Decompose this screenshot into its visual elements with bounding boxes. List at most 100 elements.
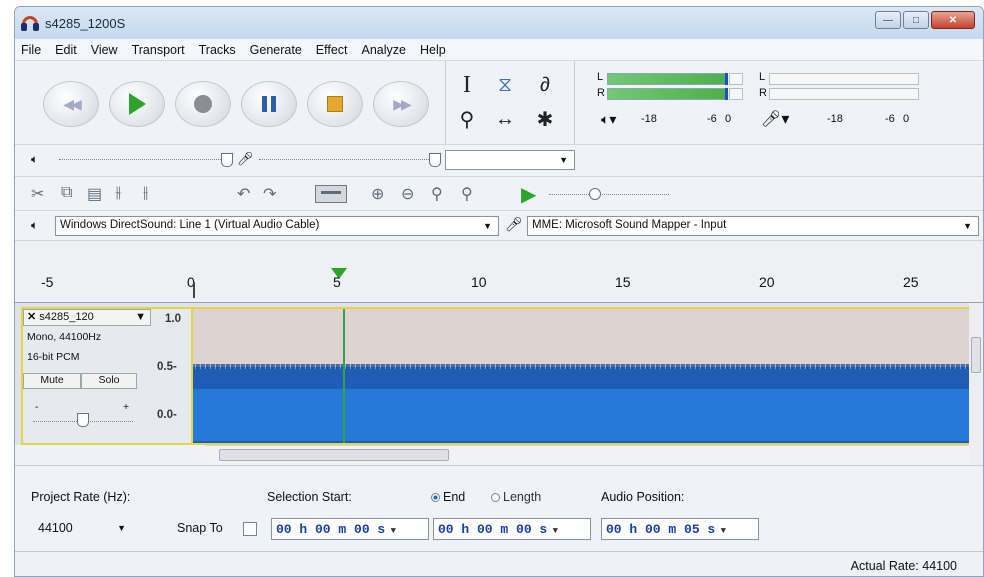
vertical-scroll-thumb[interactable] <box>971 337 981 373</box>
menu-effect[interactable]: Effect <box>316 43 348 57</box>
recording-device-value: MME: Microsoft Sound Mapper - Input <box>532 219 727 231</box>
stop-icon <box>327 96 343 112</box>
ruler-label: 20 <box>759 274 775 290</box>
redo-icon[interactable]: ↷ <box>263 184 276 204</box>
close-track-icon[interactable]: ✕ <box>27 311 36 323</box>
menu-help[interactable]: Help <box>420 43 446 57</box>
ruler-label: 25 <box>903 274 919 290</box>
pause-icon <box>262 96 276 112</box>
gain-minus-label: - <box>35 401 39 413</box>
paste-icon[interactable]: ▤ <box>87 184 102 204</box>
output-volume-thumb[interactable] <box>221 153 233 167</box>
draw-tool-icon[interactable]: ∂ <box>530 71 560 99</box>
fit-project-icon[interactable]: ⚲ <box>461 184 473 204</box>
gain-thumb[interactable] <box>77 413 89 427</box>
minimize-button[interactable]: — <box>875 11 901 29</box>
input-scale-0: 0 <box>903 113 910 125</box>
recording-device-select[interactable]: MME: Microsoft Sound Mapper - Input ▼ <box>527 216 979 236</box>
output-meter-left <box>607 73 727 85</box>
menu-transport[interactable]: Transport <box>132 43 185 57</box>
window-title: s4285_1200S <box>45 15 126 31</box>
menu-file[interactable]: File <box>21 43 41 57</box>
time-shift-tool-icon[interactable]: ↔ <box>490 105 520 133</box>
input-volume-thumb[interactable] <box>429 153 441 167</box>
snap-to-checkbox[interactable] <box>243 522 257 536</box>
chevron-down-icon: ▼ <box>559 155 568 165</box>
skip-to-end-button[interactable]: ▶▶ <box>373 81 429 127</box>
maximize-button[interactable]: □ <box>903 11 929 29</box>
copy-icon[interactable]: ⧉ <box>61 184 72 202</box>
track-area: ✕ s4285_120 ▼ Mono, 44100Hz 16-bit PCM M… <box>15 303 983 445</box>
selection-end-value: 00 h 00 m 00 s <box>438 522 548 537</box>
horizontal-scrollbar[interactable] <box>205 445 969 463</box>
input-volume-slider[interactable] <box>259 159 433 160</box>
chevron-down-icon: ▼ <box>963 221 972 231</box>
timeline-ruler[interactable]: -5 0 5 10 15 20 25 <box>15 241 983 303</box>
sync-lock-icon[interactable]: ▬▬ <box>315 185 347 203</box>
menu-generate[interactable]: Generate <box>250 43 302 57</box>
actual-rate-status: Actual Rate: 44100 <box>850 559 957 573</box>
menu-view[interactable]: View <box>91 43 118 57</box>
menu-edit[interactable]: Edit <box>55 43 77 57</box>
project-rate-select[interactable]: 44100 ▼ <box>31 516 141 540</box>
project-rate-label: Project Rate (Hz): <box>31 490 131 504</box>
trim-icon[interactable]: ⫳ <box>115 184 122 202</box>
title-bar: s4285_1200S — □ ✕ <box>15 7 983 39</box>
microphone-icon[interactable]: 🎤︎▾ <box>761 109 789 129</box>
length-radio[interactable]: Length <box>491 490 541 504</box>
audacity-window: s4285_1200S — □ ✕ File Edit View Transpo… <box>14 6 984 577</box>
selection-tool-icon[interactable]: I <box>452 71 482 99</box>
menu-analyze[interactable]: Analyze <box>362 43 406 57</box>
play-button[interactable] <box>109 81 165 127</box>
speaker-icon: 🔈︎▾ <box>601 111 617 127</box>
length-radio-indicator <box>491 493 500 502</box>
transport-toolbar: ◀◀ ▶▶ I ⧖ ∂ ⚲ ↔ ✱ L R 🔈︎▾ -18 -6 0 L R 🎤… <box>15 61 983 145</box>
solo-button[interactable]: Solo <box>81 373 137 389</box>
snap-to-label: Snap To <box>177 521 223 535</box>
zoom-out-icon[interactable]: ⊖ <box>401 184 414 204</box>
chevron-down-icon: ▼ <box>483 221 492 231</box>
undo-icon[interactable]: ↶ <box>237 184 250 204</box>
skip-to-start-button[interactable]: ◀◀ <box>43 81 99 127</box>
amplitude-scale-label: 0.0- <box>157 409 177 421</box>
selection-start-label: Selection Start: <box>267 490 352 504</box>
playback-device-value: Windows DirectSound: Line 1 (Virtual Aud… <box>60 219 320 231</box>
silence-icon[interactable]: ⫲ <box>143 184 148 202</box>
zoom-tool-icon[interactable]: ⚲ <box>452 105 482 133</box>
play-speed-thumb[interactable] <box>589 188 601 200</box>
menu-tracks[interactable]: Tracks <box>199 43 236 57</box>
play-at-speed-icon[interactable]: ▶ <box>521 182 536 207</box>
waveform-display[interactable] <box>191 307 973 445</box>
selection-start-time[interactable]: 00 h 00 m 00 s ▼ <box>271 518 429 540</box>
output-volume-slider[interactable] <box>59 159 227 160</box>
horizontal-scroll-thumb[interactable] <box>219 449 449 461</box>
play-speed-slider[interactable] <box>549 194 669 195</box>
vertical-scrollbar[interactable] <box>969 303 983 463</box>
menu-bar: File Edit View Transport Tracks Generate… <box>15 39 983 61</box>
device-toolbar: 🔈︎ Windows DirectSound: Line 1 (Virtual … <box>15 211 983 241</box>
selection-end-time[interactable]: 00 h 00 m 00 s ▼ <box>433 518 591 540</box>
chevron-down-icon: ▼ <box>117 523 126 533</box>
ruler-label: 10 <box>471 274 487 290</box>
zoom-in-icon[interactable]: ⊕ <box>371 184 384 204</box>
output-meter-remainder-right <box>729 88 743 100</box>
playback-device-select[interactable]: Windows DirectSound: Line 1 (Virtual Aud… <box>55 216 499 236</box>
pause-button[interactable] <box>241 81 297 127</box>
audio-position-time[interactable]: 00 h 00 m 05 s ▼ <box>601 518 759 540</box>
ruler-label: 15 <box>615 274 631 290</box>
track-name-menu[interactable]: ✕ s4285_120 ▼ <box>23 309 151 326</box>
cut-icon[interactable]: ✂ <box>31 184 44 204</box>
fit-selection-icon[interactable]: ⚲ <box>431 184 443 204</box>
status-bar: Actual Rate: 44100 <box>15 551 983 576</box>
output-meter-right <box>607 88 727 100</box>
mute-button[interactable]: Mute <box>23 373 81 389</box>
meters-toolbar: L R 🔈︎▾ -18 -6 0 L R 🎤︎▾ -18 -6 0 <box>583 61 923 145</box>
close-button[interactable]: ✕ <box>931 11 975 29</box>
stop-button[interactable] <box>307 81 363 127</box>
record-button[interactable] <box>175 81 231 127</box>
skip-to-end-icon: ▶▶ <box>393 95 411 112</box>
input-source-select[interactable]: ▼ <box>445 150 575 170</box>
multi-tool-icon[interactable]: ✱ <box>530 105 560 133</box>
end-radio[interactable]: End <box>431 490 465 504</box>
envelope-tool-icon[interactable]: ⧖ <box>490 71 520 99</box>
